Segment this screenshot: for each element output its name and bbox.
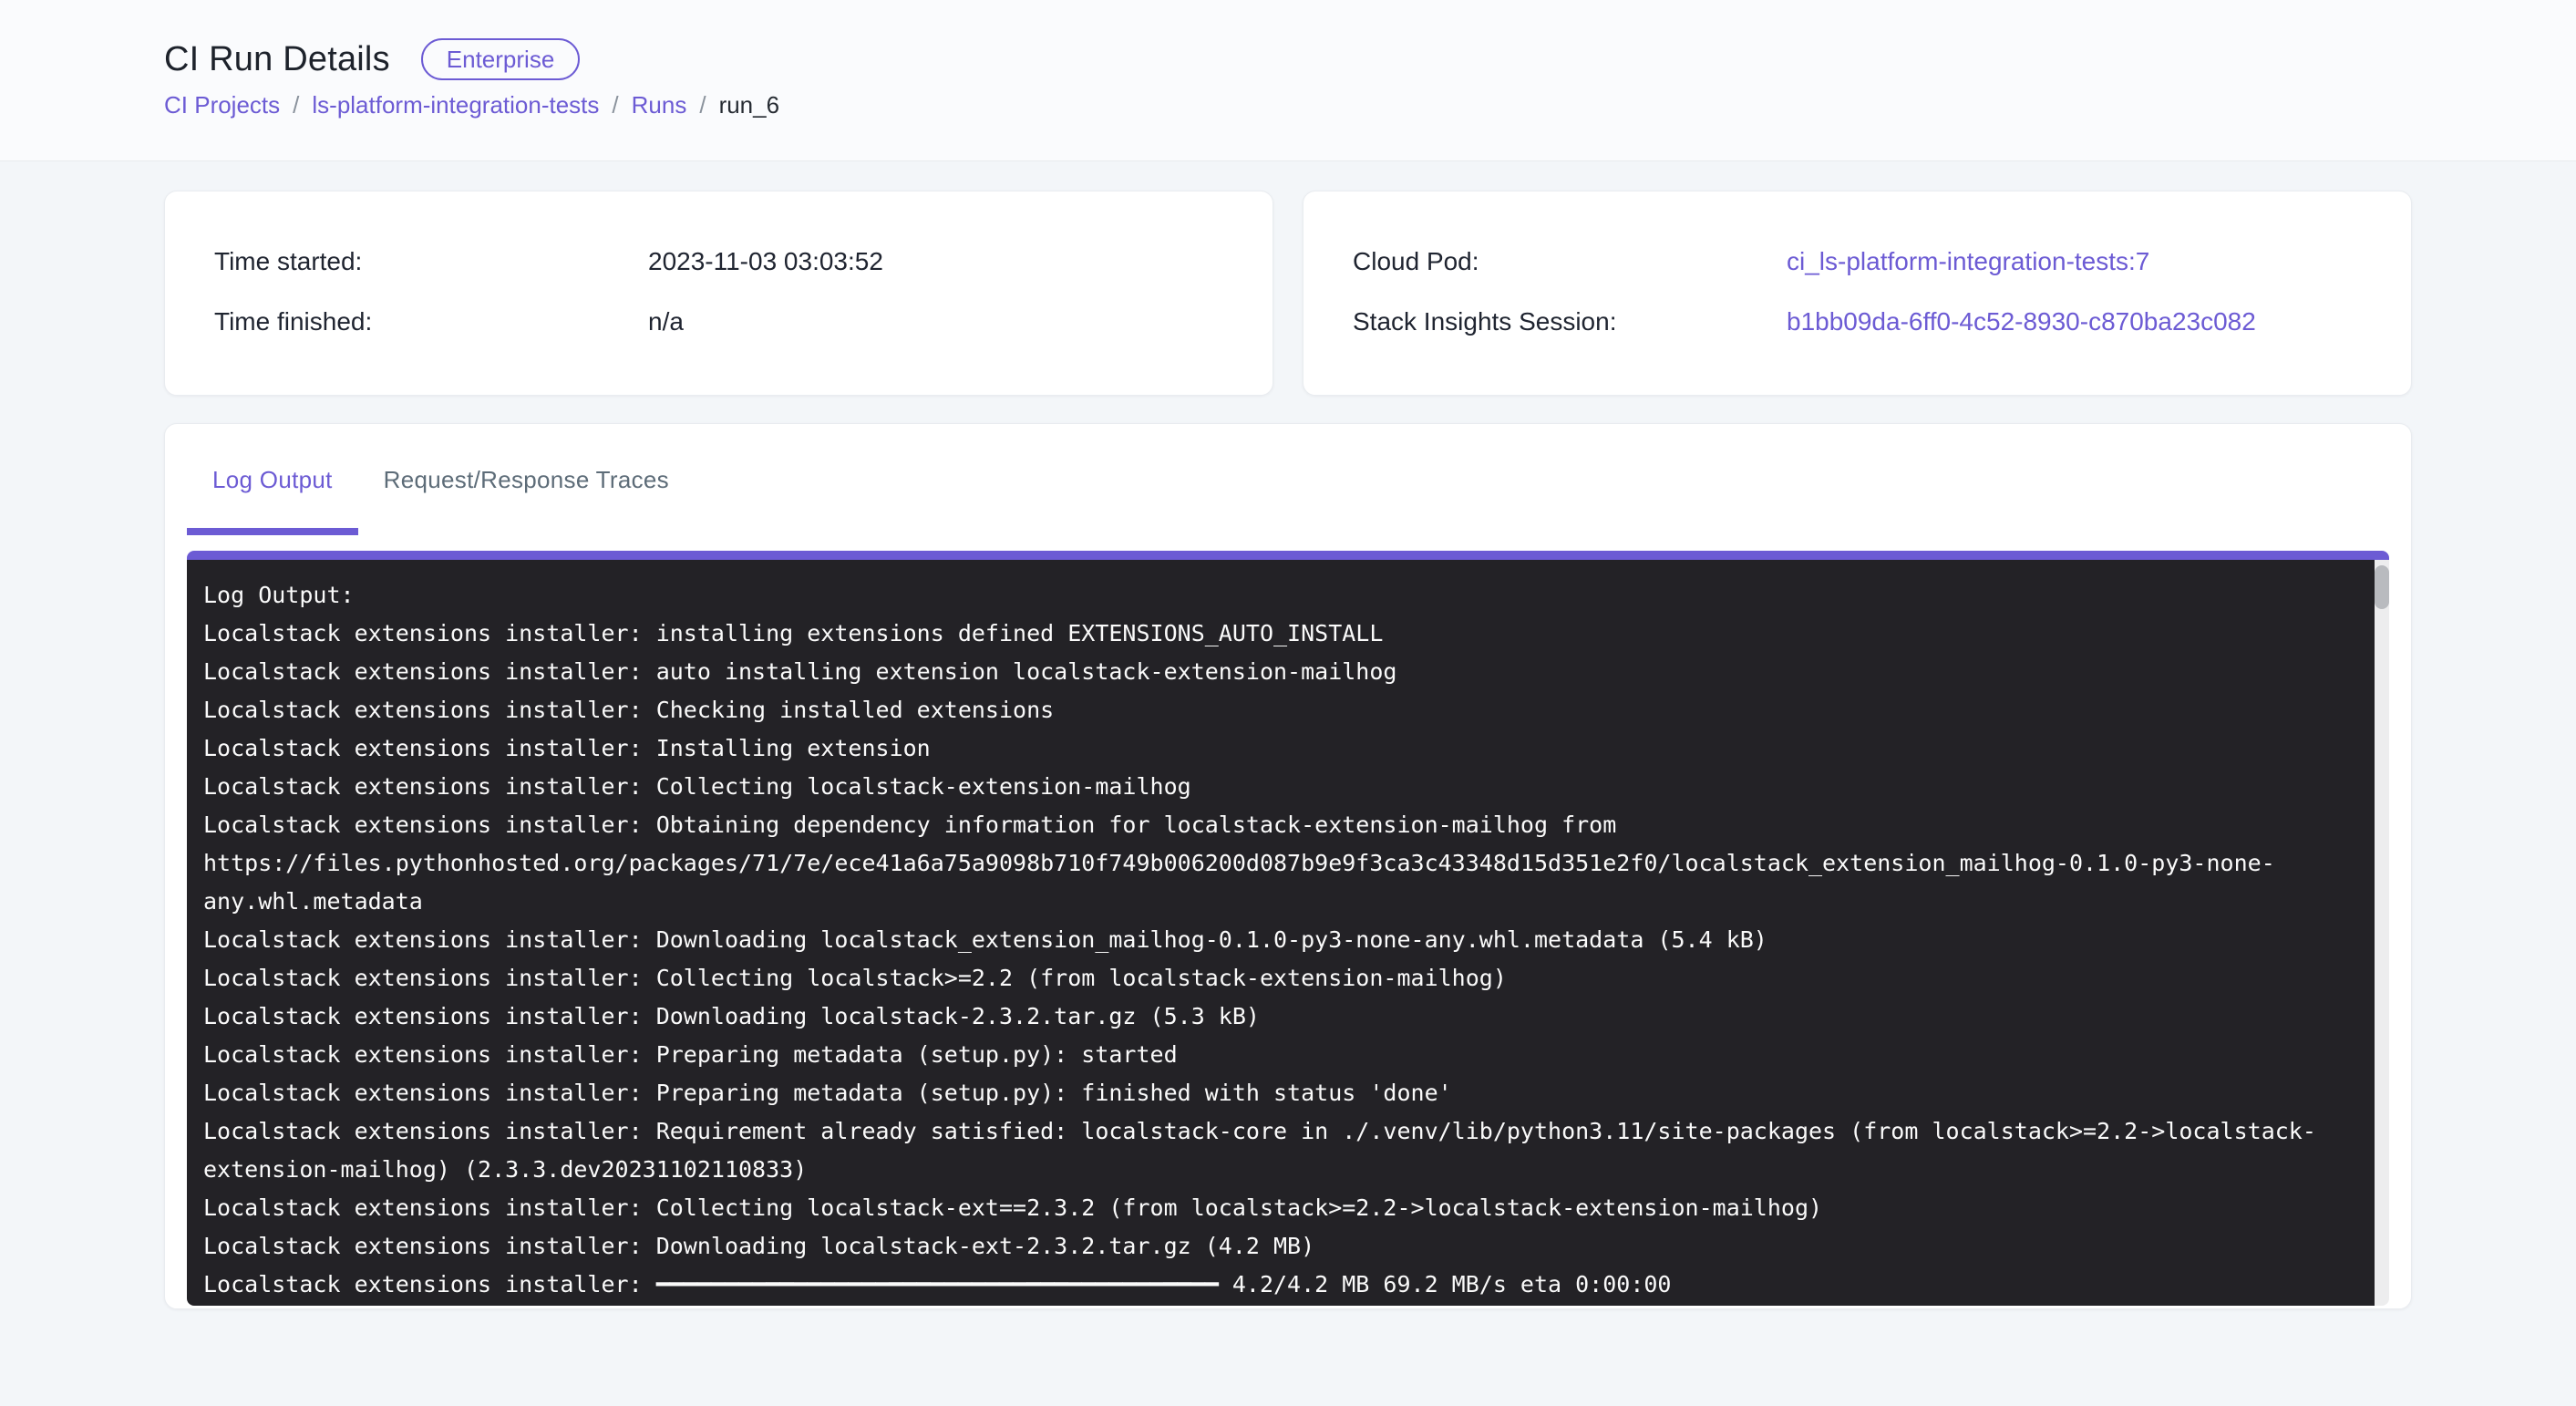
breadcrumb-separator: / — [612, 89, 618, 120]
log-scrollbar-thumb[interactable] — [2375, 565, 2389, 609]
page-title: CI Run Details — [164, 36, 390, 82]
tab-bar: Log Output Request/Response Traces — [187, 424, 2389, 535]
stack-insights-label: Stack Insights Session: — [1353, 307, 1787, 336]
log-line: Localstack extensions installer: Downloa… — [203, 998, 2358, 1036]
log-line: Localstack extensions installer: Require… — [203, 1112, 2358, 1151]
cloud-pod-label: Cloud Pod: — [1353, 247, 1787, 276]
log-line: Localstack extensions installer: Checkin… — [203, 691, 2358, 729]
time-started-label: Time started: — [214, 247, 648, 276]
breadcrumb: CI Projects / ls-platform-integration-te… — [164, 89, 2412, 120]
log-line: Localstack extensions installer: Collect… — [203, 1189, 2358, 1227]
log-line: Localstack extensions installer: Downloa… — [203, 1227, 2358, 1266]
log-output-panel: Log Output: Localstack extensions instal… — [187, 551, 2389, 1306]
log-line: Localstack extensions installer: Prepari… — [203, 1036, 2358, 1074]
cloud-pod-link[interactable]: ci_ls-platform-integration-tests:7 — [1787, 247, 2149, 276]
cloud-pod-row: Cloud Pod: ci_ls-platform-integration-te… — [1353, 232, 2375, 292]
log-accent-bar — [187, 551, 2389, 560]
info-cards-row: Time started: 2023-11-03 03:03:52 Time f… — [164, 191, 2412, 396]
time-info-card: Time started: 2023-11-03 03:03:52 Time f… — [164, 191, 1273, 396]
log-output-viewer[interactable]: Log Output: Localstack extensions instal… — [187, 560, 2375, 1306]
run-output-card: Log Output Request/Response Traces Log O… — [164, 423, 2412, 1309]
log-scrollbar-track[interactable] — [2375, 560, 2389, 1306]
log-line: Localstack extensions installer: Collect… — [203, 959, 2358, 998]
title-row: CI Run Details Enterprise — [164, 36, 2412, 82]
log-line: Log Output: — [203, 576, 2358, 615]
stack-insights-row: Stack Insights Session: b1bb09da-6ff0-4c… — [1353, 292, 2375, 352]
log-line: Localstack extensions installer: install… — [203, 615, 2358, 653]
log-line: Localstack extensions installer: auto in… — [203, 653, 2358, 691]
breadcrumb-runs[interactable]: Runs — [632, 89, 687, 120]
log-line: https://files.pythonhosted.org/packages/… — [203, 844, 2358, 883]
breadcrumb-project[interactable]: ls-platform-integration-tests — [312, 89, 599, 120]
time-finished-row: Time finished: n/a — [214, 292, 1236, 352]
tab-log-output[interactable]: Log Output — [187, 424, 358, 535]
breadcrumb-separator: / — [699, 89, 706, 120]
log-line: extension-mailhog) (2.3.3.dev20231102110… — [203, 1151, 2358, 1189]
breadcrumb-ci-projects[interactable]: CI Projects — [164, 89, 280, 120]
time-started-value: 2023-11-03 03:03:52 — [648, 247, 883, 276]
log-line: Localstack extensions installer: ━━━━━━━… — [203, 1266, 2358, 1304]
log-line: Localstack extensions installer: Obtaini… — [203, 806, 2358, 844]
log-line: Localstack extensions installer: Install… — [203, 729, 2358, 768]
time-started-row: Time started: 2023-11-03 03:03:52 — [214, 232, 1236, 292]
log-line: Localstack extensions installer: Collect… — [203, 768, 2358, 806]
page-header: CI Run Details Enterprise CI Projects / … — [0, 0, 2576, 161]
stack-insights-session-link[interactable]: b1bb09da-6ff0-4c52-8930-c870ba23c082 — [1787, 307, 2256, 336]
breadcrumb-current-run: run_6 — [719, 89, 780, 120]
session-info-card: Cloud Pod: ci_ls-platform-integration-te… — [1303, 191, 2412, 396]
time-finished-label: Time finished: — [214, 307, 648, 336]
tab-request-response-traces[interactable]: Request/Response Traces — [358, 424, 695, 535]
log-line: Localstack extensions installer: Prepari… — [203, 1074, 2358, 1112]
time-finished-value: n/a — [648, 307, 684, 336]
breadcrumb-separator: / — [293, 89, 299, 120]
log-line: Localstack extensions installer: Downloa… — [203, 921, 2358, 959]
log-line: any.whl.metadata — [203, 883, 2358, 921]
enterprise-badge: Enterprise — [421, 38, 581, 80]
